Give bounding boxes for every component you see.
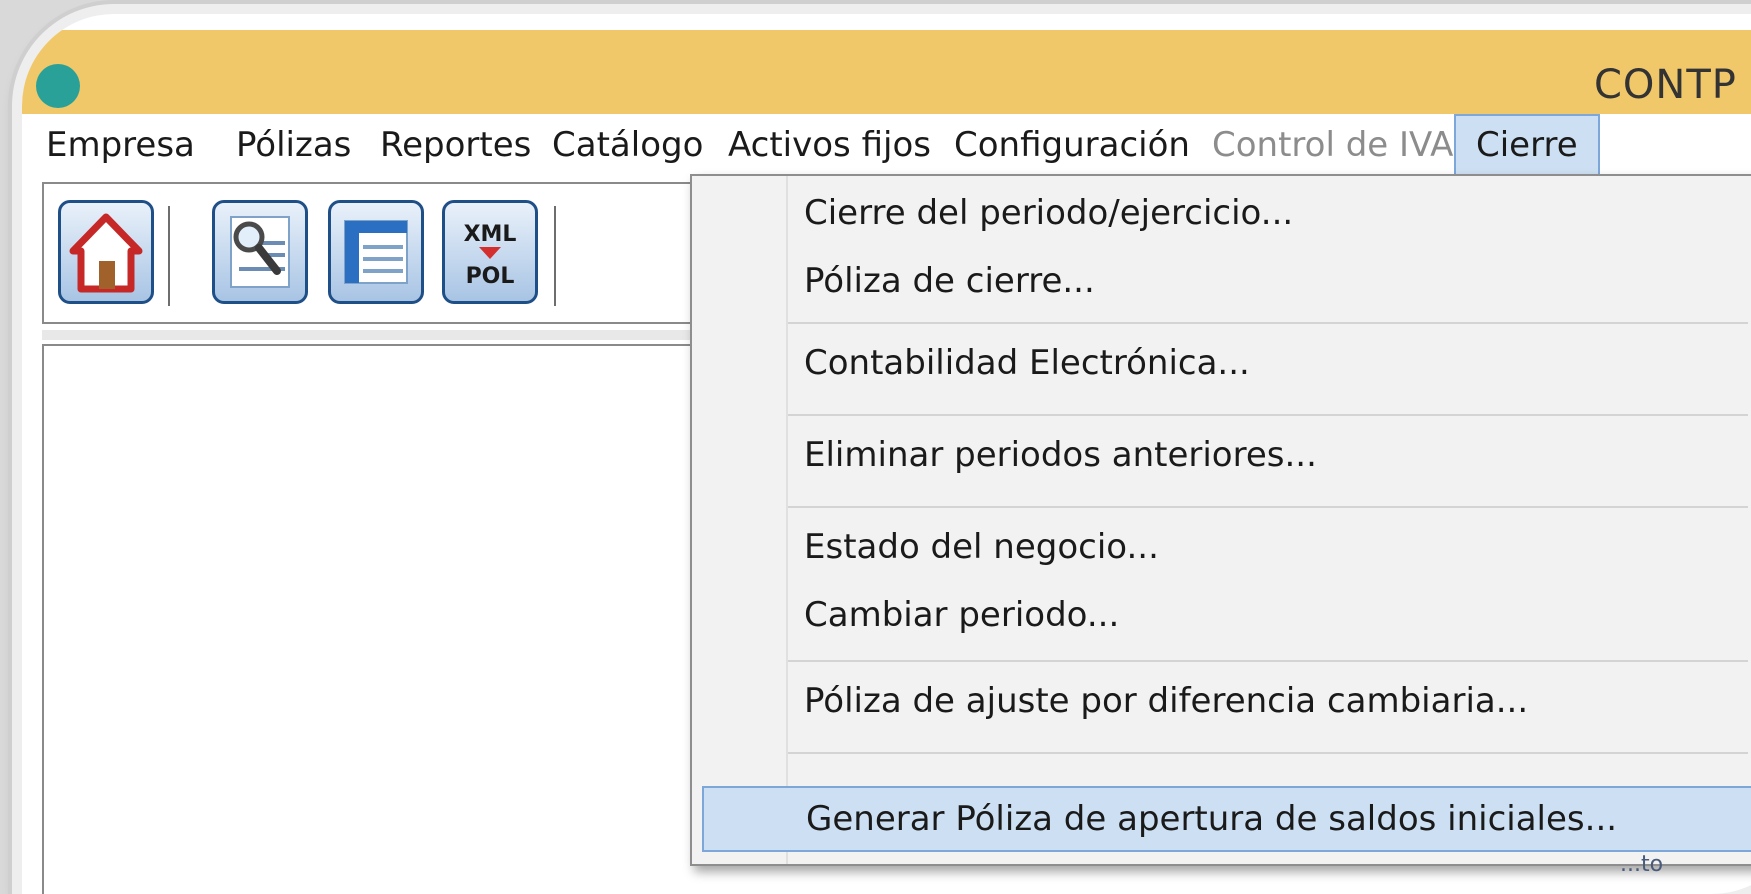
menu-separator (788, 660, 1748, 662)
menu-polizas[interactable]: Pólizas (236, 114, 351, 176)
menu-separator (788, 414, 1748, 416)
search-document-icon (230, 216, 290, 288)
menu-item-estado-negocio[interactable]: Estado del negocio... (694, 514, 1751, 580)
workspace-area (42, 344, 744, 894)
window-title: CONTP (1594, 62, 1737, 108)
menu-item-poliza-cierre[interactable]: Póliza de cierre... (694, 248, 1751, 314)
menu-configuracion[interactable]: Configuración (954, 114, 1190, 176)
xml-pol-button[interactable]: XML POL (442, 200, 538, 304)
toolbar: XML POL (42, 182, 722, 324)
xml-label: XML (464, 222, 517, 247)
toolbar-separator (554, 206, 556, 306)
menu-separator (788, 506, 1748, 508)
application-window: CONTP Empresa Pólizas Reportes Catálogo … (22, 14, 1751, 894)
menu-activos-fijos[interactable]: Activos fijos (728, 114, 931, 176)
menu-item-cierre-periodo[interactable]: Cierre del periodo/ejercicio... (694, 180, 1751, 246)
app-icon (36, 64, 80, 108)
menu-separator (788, 752, 1748, 754)
menu-catalogo[interactable]: Catálogo (552, 114, 703, 176)
home-button[interactable] (58, 200, 154, 304)
menu-item-eliminar-periodos[interactable]: Eliminar periodos anteriores... (694, 422, 1751, 488)
menu-item-poliza-ajuste-cambiaria[interactable]: Póliza de ajuste por diferencia cambiari… (694, 668, 1751, 734)
menu-item-cambiar-periodo[interactable]: Cambiar periodo... (694, 582, 1751, 648)
menu-bar: Empresa Pólizas Reportes Catálogo Activo… (22, 114, 1751, 176)
window-list-button[interactable] (328, 200, 424, 304)
cierre-dropdown-menu: Cierre del periodo/ejercicio... Póliza d… (690, 174, 1751, 866)
title-bar: CONTP (22, 30, 1751, 114)
menu-item-contabilidad-electronica[interactable]: Contabilidad Electrónica... (694, 330, 1751, 396)
background-peek-text: ...to (1620, 852, 1664, 877)
toolbar-border (42, 330, 722, 340)
toolbar-separator (168, 206, 170, 306)
menu-reportes[interactable]: Reportes (380, 114, 531, 176)
menu-empresa[interactable]: Empresa (46, 114, 195, 176)
menu-control-de-iva: Control de IVA (1212, 125, 1454, 165)
search-document-button[interactable] (212, 200, 308, 304)
window-list-icon (344, 220, 408, 284)
home-icon (69, 213, 143, 293)
pol-label: POL (466, 264, 515, 289)
menu-separator (788, 322, 1748, 324)
xml-pol-icon: XML POL (464, 222, 517, 289)
menu-cierre[interactable]: Cierre (1454, 114, 1600, 176)
menu-item-generar-poliza-apertura[interactable]: Generar Póliza de apertura de saldos ini… (702, 786, 1751, 852)
